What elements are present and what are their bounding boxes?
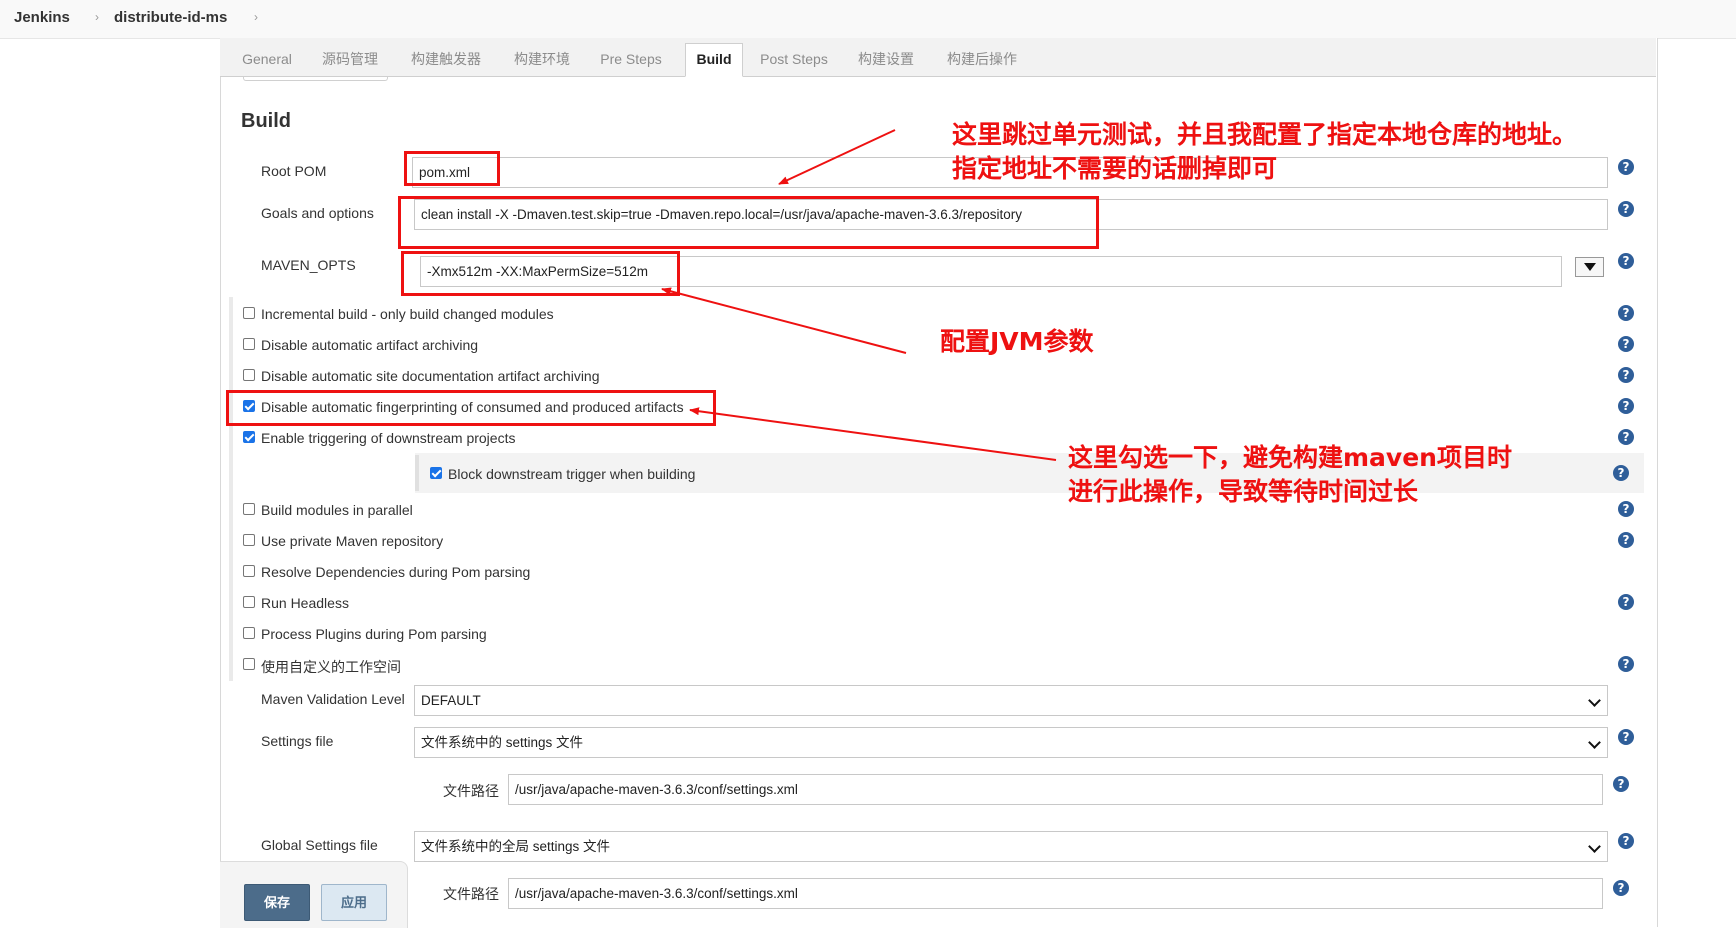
annotation-arrow bbox=[689, 407, 1057, 461]
annotation-fingerprint-line1: 这里勾选一下，避免构建maven项目时 bbox=[1068, 443, 1512, 472]
annotation-arrow bbox=[778, 129, 896, 185]
annotation-skip-tests-line2: 指定地址不需要的话删掉即可 bbox=[952, 154, 1278, 183]
annotation-arrow bbox=[661, 287, 907, 354]
annotation-jvm: 配置JVM参数 bbox=[940, 327, 1094, 356]
annotation-skip-tests-line1: 这里跳过单元测试，并且我配置了指定本地仓库的地址。 bbox=[952, 120, 1578, 149]
annotation-fingerprint-line2: 进行此操作，导致等待时间过长 bbox=[1068, 477, 1419, 506]
